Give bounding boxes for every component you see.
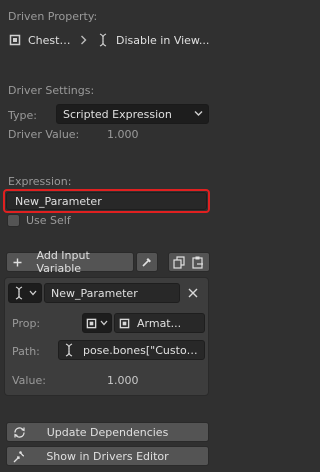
use-self-label: Use Self: [26, 214, 71, 227]
add-input-variable-label: Add Input Variable: [36, 249, 90, 275]
variable-name-value: New_Parameter: [51, 286, 138, 300]
plus-icon: [13, 258, 23, 267]
object-data-icon: [86, 318, 97, 329]
variable-value: 1.000: [107, 374, 139, 387]
chevron-down-icon: [100, 320, 108, 326]
remove-variable-button[interactable]: [185, 285, 201, 301]
object-data-icon: [8, 33, 22, 47]
prop-label: Prop:: [12, 317, 41, 330]
expression-heading: Expression:: [8, 175, 72, 188]
refresh-icon: [13, 426, 26, 439]
type-dropdown-value: Scripted Expression: [63, 107, 172, 121]
close-icon: [188, 288, 198, 298]
use-self-checkbox[interactable]: [7, 214, 20, 227]
value-label: Value:: [12, 374, 46, 387]
path-value: pose.bones["Customi...: [83, 343, 201, 357]
use-self-row[interactable]: Use Self: [7, 214, 71, 227]
prop-id-field[interactable]: Armat...: [114, 313, 205, 333]
copy-icon: [171, 255, 189, 269]
driver-value: 1.000: [107, 128, 139, 141]
rna-icon: [63, 343, 75, 357]
update-dependencies-button[interactable]: Update Dependencies: [6, 422, 209, 442]
eyedropper-button[interactable]: [136, 252, 158, 272]
variable-type-dropdown[interactable]: [8, 283, 42, 303]
prop-id-type-dropdown[interactable]: [82, 313, 112, 333]
driven-property-heading: Driven Property:: [8, 10, 98, 23]
chevron-down-icon: [194, 110, 203, 117]
rna-icon: [13, 286, 25, 300]
update-dependencies-label: Update Dependencies: [46, 425, 169, 439]
rna-icon: [96, 33, 110, 47]
driver-value-label: Driver Value:: [8, 128, 80, 141]
type-dropdown[interactable]: Scripted Expression: [56, 104, 209, 124]
prop-id-value: Armat...: [137, 316, 182, 330]
chevron-right-icon: [78, 35, 88, 45]
path-input[interactable]: pose.bones["Customi...: [58, 340, 205, 360]
eyedropper-icon: [141, 256, 153, 268]
expression-value: New_Parameter: [15, 194, 102, 208]
paste-icon: [189, 256, 207, 269]
driven-property-row: ChestF... Disable in View...: [8, 33, 210, 47]
driven-property-path: Disable in View...: [116, 33, 210, 47]
driver-settings-heading: Driver Settings:: [8, 84, 95, 97]
show-in-drivers-editor-button[interactable]: Show in Drivers Editor: [6, 446, 209, 466]
type-label: Type:: [8, 109, 37, 122]
show-in-drivers-editor-label: Show in Drivers Editor: [46, 449, 169, 463]
path-label: Path:: [12, 345, 40, 358]
driven-object-name: ChestF...: [28, 33, 72, 47]
object-data-icon: [119, 318, 130, 329]
copy-paste-variables-button[interactable]: [168, 252, 210, 272]
expression-input[interactable]: New_Parameter: [6, 192, 207, 210]
variable-name-input[interactable]: New_Parameter: [44, 283, 180, 303]
chevron-down-icon: [29, 290, 37, 296]
add-input-variable-button[interactable]: Add Input Variable: [6, 249, 134, 275]
drivers-editor-icon: [13, 450, 26, 463]
